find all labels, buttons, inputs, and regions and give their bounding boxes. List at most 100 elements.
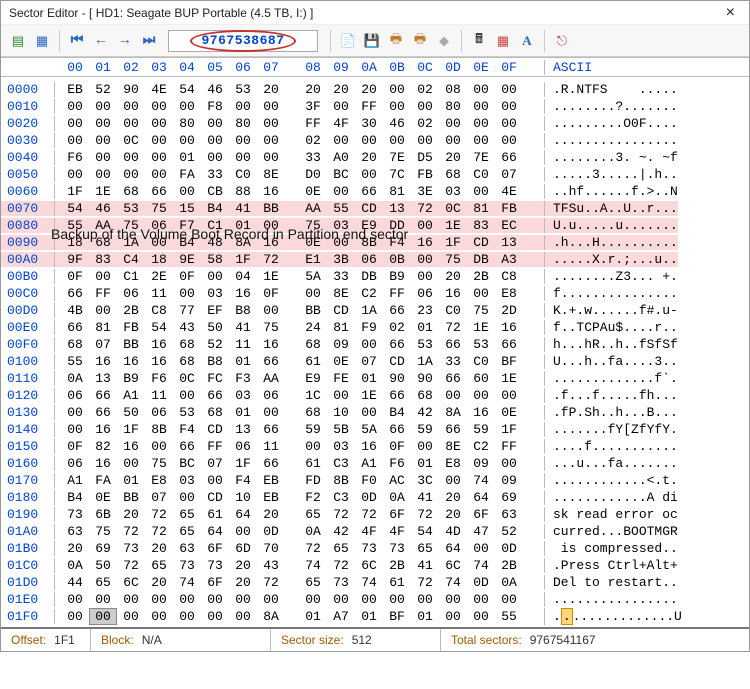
row-bytes[interactable]: 736B2072656164206572726F72206F63 <box>55 507 545 522</box>
open-icon[interactable]: 📄 <box>337 30 359 52</box>
row-bytes[interactable]: 55AA7506F7C101007503E9DD001E83EC <box>55 218 545 233</box>
row-bytes[interactable]: 1F1E686600CB88160E0066813E03004E <box>55 184 545 199</box>
hex-row[interactable]: 00E06681FB54435041752481F90201721E16f..T… <box>1 319 749 336</box>
row-bytes[interactable]: 4B002BC877EFB800BBCD1A6623C0752D <box>55 303 545 318</box>
row-bytes[interactable]: 0000000080008000FF4F304602000000 <box>55 116 545 131</box>
row-bytes[interactable]: 00161F8BF4CD1366595B5A665966591F <box>55 422 545 437</box>
hex-row[interactable]: 01D044656C20746F20726573746172740D0ADel … <box>1 574 749 591</box>
row-bytes[interactable]: 5446537515B441BBAA55CD13720C81FB <box>55 201 545 216</box>
hex-row[interactable]: 00B00F00C12E0F00041E5A33DBB900202BC8....… <box>1 268 749 285</box>
row-offset: 0020 <box>1 116 55 131</box>
hex-col-header: 0B <box>383 60 411 75</box>
hex-row[interactable]: 009018681A00B4488A160E008BF4161FCD13.h..… <box>1 234 749 251</box>
hex-rows[interactable]: Backup of the Volume Boot Record in Part… <box>1 77 749 627</box>
row-bytes[interactable]: 000000000000008A01A701BF01000055 <box>55 608 545 625</box>
row-bytes[interactable]: 0066500653680100681000B4428A160E <box>55 405 545 420</box>
hex-row[interactable]: 01100A13B9F60CFCF3AAE9FE01909066601E....… <box>1 370 749 387</box>
row-offset: 00D0 <box>1 303 55 318</box>
save-icon[interactable]: 💾 <box>361 30 383 52</box>
hex-row[interactable]: 0000EB52904E544653202020200002080000.R.N… <box>1 81 749 98</box>
row-bytes[interactable]: 5516161668B80166610E07CD1A33C0BF <box>55 354 545 369</box>
hex-row[interactable]: 00601F1E686600CB88160E0066813E03004E..hf… <box>1 183 749 200</box>
hex-row[interactable]: 01005516161668B80166610E07CD1A33C0BFU...… <box>1 353 749 370</box>
close-button[interactable]: × <box>720 4 741 22</box>
hex-row[interactable]: 01E000000000000000000000000000000000....… <box>1 591 749 608</box>
hex-row[interactable]: 003000000C00000000000200000000000000....… <box>1 132 749 149</box>
hex-row[interactable]: 0180B40EBB0700CD10EBF2C30D0A41206469....… <box>1 489 749 506</box>
titlebar: Sector Editor - [ HD1: Seagate BUP Porta… <box>1 1 749 25</box>
row-bytes[interactable]: 6681FB54435041752481F90201721E16 <box>55 320 545 335</box>
hex-row[interactable]: 00705446537515B441BBAA55CD13720C81FBTFSu… <box>1 200 749 217</box>
row-bytes[interactable]: 637572726564000D0A424F4F544D4752 <box>55 524 545 539</box>
hex-row[interactable]: 0040F60000000100000033A0207ED5207E66....… <box>1 149 749 166</box>
next-sector-button[interactable]: → <box>114 30 136 52</box>
row-bytes[interactable]: 0000000000F800003F00FF0000800000 <box>55 99 545 114</box>
block-label: Block: <box>101 633 134 647</box>
row-ascii: U...h..fa....3.. <box>545 354 678 369</box>
hex-row[interactable]: 01F0000000000000008A01A701BF01000055....… <box>1 608 749 625</box>
hex-row[interactable]: 008055AA7506F7C101007503E9DD001E83ECU.u.… <box>1 217 749 234</box>
row-bytes[interactable]: F60000000100000033A0207ED5207E66 <box>55 150 545 165</box>
row-bytes[interactable]: A1FA01E80300F4EBFD8BF0AC3C007409 <box>55 473 545 488</box>
row-bytes[interactable]: 00000C00000000000200000000000000 <box>55 133 545 148</box>
separator <box>59 30 60 52</box>
row-bytes[interactable]: 00000000FA33C08ED0BC007CFB68C007 <box>55 167 545 182</box>
hex-row[interactable]: 005000000000FA33C08ED0BC007CFB68C007....… <box>1 166 749 183</box>
print2-icon[interactable]: 🖶 <box>409 30 431 52</box>
row-offset: 01A0 <box>1 524 55 539</box>
hex-row[interactable]: 016006160075BC071F6661C3A1F601E80900...u… <box>1 455 749 472</box>
tag-icon[interactable]: ◆ <box>433 30 455 52</box>
row-ascii: .....3.....|.h.. <box>545 167 678 182</box>
print-icon[interactable]: 🖶 <box>385 30 407 52</box>
sector-number-field[interactable]: 9767538687 <box>168 30 318 52</box>
hex-row[interactable]: 0170A1FA01E80300F4EBFD8BF0AC3C007409....… <box>1 472 749 489</box>
exit-icon[interactable]: ⎋ <box>551 30 573 52</box>
row-bytes[interactable]: B40EBB0700CD10EBF2C30D0A41206469 <box>55 490 545 505</box>
row-bytes[interactable]: 06160075BC071F6661C3A1F601E80900 <box>55 456 545 471</box>
font-icon[interactable]: A <box>516 30 538 52</box>
row-ascii: .......fY[ZfYfY. <box>545 422 678 437</box>
first-sector-button[interactable]: ⏮ <box>66 30 88 52</box>
hex-row[interactable]: 01500F82160066FF06110003160F008EC2FF....… <box>1 438 749 455</box>
hex-row[interactable]: 014000161F8BF4CD1366595B5A665966591F....… <box>1 421 749 438</box>
row-bytes[interactable]: 20697320636F6D70726573736564000D <box>55 541 545 556</box>
list-icon[interactable]: ▦ <box>31 30 53 52</box>
hex-row[interactable]: 00100000000000F800003F00FF0000800000....… <box>1 98 749 115</box>
new-icon[interactable]: ▤ <box>7 30 29 52</box>
row-bytes[interactable]: EB52904E544653202020200002080000 <box>55 82 545 97</box>
hex-row[interactable]: 00D04B002BC877EFB800BBCD1A6623C0752DK.+.… <box>1 302 749 319</box>
hex-col-header: 04 <box>173 60 201 75</box>
row-bytes[interactable]: 0F00C12E0F00041E5A33DBB900202BC8 <box>55 269 545 284</box>
calc-icon[interactable]: 🖩 <box>468 30 490 52</box>
row-bytes[interactable]: 00000000000000000000000000000000 <box>55 592 545 607</box>
row-ascii: .R.NTFS ..... <box>545 82 678 97</box>
hex-columns-header: 000102030405060708090A0B0C0D0E0F <box>55 60 545 75</box>
row-bytes[interactable]: 18681A00B4488A160E008BF4161FCD13 <box>55 235 545 250</box>
row-ascii: ................ <box>545 592 678 607</box>
status-bar: Offset: 1F1 Block: N/A Sector size: 512 … <box>1 627 749 651</box>
hex-row[interactable]: 00F06807BB16685211166809006653665366h...… <box>1 336 749 353</box>
row-bytes[interactable]: 6807BB16685211166809006653665366 <box>55 337 545 352</box>
prev-sector-button[interactable]: ← <box>90 30 112 52</box>
row-bytes[interactable]: 0F82160066FF06110003160F008EC2FF <box>55 439 545 454</box>
hex-row[interactable]: 01C00A5072657373204374726C2B416C742B.Pre… <box>1 557 749 574</box>
row-bytes[interactable]: 0666A111006603061C001E6668000000 <box>55 388 545 403</box>
row-offset: 0000 <box>1 82 55 97</box>
row-bytes[interactable]: 0A13B9F60CFCF3AAE9FE01909066601E <box>55 371 545 386</box>
row-bytes[interactable]: 66FF06110003160F008EC2FF061600E8 <box>55 286 545 301</box>
hex-row[interactable]: 00C066FF06110003160F008EC2FF061600E8f...… <box>1 285 749 302</box>
row-offset: 01B0 <box>1 541 55 556</box>
hex-row[interactable]: 01300066500653680100681000B4428A160E.fP.… <box>1 404 749 421</box>
last-sector-button[interactable]: ⏭ <box>138 30 160 52</box>
row-bytes[interactable]: 0A5072657373204374726C2B416C742B <box>55 558 545 573</box>
hex-row[interactable]: 01200666A111006603061C001E6668000000.f..… <box>1 387 749 404</box>
row-ascii: is compressed.. <box>545 541 678 556</box>
row-bytes[interactable]: 9F83C4189E581F72E13B060B0075DBA3 <box>55 252 545 267</box>
hex-row[interactable]: 01B020697320636F6D70726573736564000D is … <box>1 540 749 557</box>
hex-row[interactable]: 0190736B2072656164206572726F72206F63sk r… <box>1 506 749 523</box>
grid-icon[interactable]: ▦ <box>492 30 514 52</box>
hex-row[interactable]: 00A09F83C4189E581F72E13B060B0075DBA3....… <box>1 251 749 268</box>
hex-row[interactable]: 01A0637572726564000D0A424F4F544D4752curr… <box>1 523 749 540</box>
hex-row[interactable]: 00200000000080008000FF4F304602000000....… <box>1 115 749 132</box>
row-bytes[interactable]: 44656C20746F20726573746172740D0A <box>55 575 545 590</box>
